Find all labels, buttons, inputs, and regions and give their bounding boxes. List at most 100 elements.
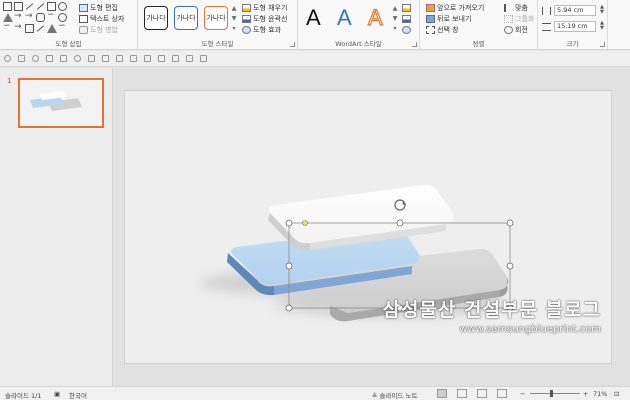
group-icon[interactable] [130, 55, 137, 62]
scroll-up-icon[interactable]: ▲ [392, 4, 398, 14]
send-backward-button[interactable]: 뒤로 보내기 [426, 14, 471, 24]
selection-pane-button[interactable]: 선택 창 [426, 25, 459, 35]
zoom-slider-thumb[interactable] [550, 390, 553, 397]
scroll-down-icon[interactable]: ▼ [392, 14, 398, 24]
zoom-out-icon[interactable]: − [520, 390, 525, 398]
dialog-launcher-icon[interactable] [412, 42, 417, 47]
width-spinner[interactable]: ▲ ▼ [599, 21, 605, 32]
star-shape-icon[interactable] [47, 24, 57, 33]
more-icon[interactable]: ▾ [231, 24, 237, 34]
freeform-shape-icon[interactable] [58, 21, 67, 33]
resize-handle[interactable] [506, 262, 514, 270]
callout-shape-icon[interactable] [25, 24, 34, 33]
resize-handle[interactable] [285, 304, 293, 312]
more-tools-icon[interactable] [200, 55, 207, 62]
arrow-shape-icon[interactable] [14, 22, 23, 33]
flip-icon[interactable] [88, 55, 95, 62]
zoom-slider[interactable] [530, 393, 580, 394]
resize-handle[interactable] [285, 262, 293, 270]
wordart-group-label: WordArt 스타일 [335, 40, 382, 48]
align-left-icon[interactable] [144, 55, 151, 62]
line-shape-icon[interactable] [25, 2, 34, 11]
connector-shape-icon[interactable] [36, 24, 45, 33]
group-button[interactable]: 그룹화 [504, 14, 534, 24]
wordart-black-a[interactable]: A [306, 4, 321, 32]
slideshow-button[interactable] [497, 389, 507, 398]
style-preset-black[interactable]: 가나다 [144, 6, 168, 30]
oval-shape-icon[interactable] [58, 2, 67, 11]
curve-shape-icon[interactable] [3, 21, 12, 33]
line-shape-icon[interactable] [36, 2, 45, 11]
curve-shape-icon[interactable] [47, 10, 56, 22]
insert-shapes-group: 도형 편집 텍스트 상자 도형 병합 도형 삽입 [0, 0, 138, 50]
text-effects-button[interactable] [402, 25, 411, 35]
reading-view-button[interactable] [477, 389, 487, 398]
text-box-button[interactable]: 텍스트 상자 [79, 14, 124, 24]
zoom-in-icon[interactable]: + [583, 390, 588, 398]
scroll-down-icon[interactable]: ▼ [231, 14, 237, 24]
notes-icon: ≜ [372, 392, 380, 400]
thumbnail-preview [30, 91, 82, 111]
copy-icon[interactable] [46, 55, 53, 62]
merge-shapes-button[interactable]: 도형 병합 [79, 25, 118, 35]
shape-effects-button[interactable]: 도형 효과 [242, 25, 281, 35]
rounded-rectangle-shape-icon[interactable] [36, 13, 45, 22]
style-preset-orange[interactable]: 가나다 [204, 6, 228, 30]
wordart-blue-a[interactable]: A [337, 4, 352, 32]
distribute-icon[interactable] [186, 55, 193, 62]
notes-button[interactable]: ≜ 슬라이드 노트 [372, 390, 417, 400]
adjustment-handle[interactable] [302, 220, 308, 226]
rectangle-shape-icon[interactable] [3, 2, 12, 11]
scroll-up-icon[interactable]: ▲ [231, 4, 237, 14]
merge-shapes-icon [79, 26, 88, 34]
align-center-icon[interactable] [158, 55, 165, 62]
wordart-gallery-scroll[interactable]: ▲ ▼ ▾ [392, 4, 398, 34]
arrow-shape-icon[interactable] [25, 11, 34, 22]
paint-bucket-icon [242, 4, 251, 12]
bring-forward-button[interactable]: 앞으로 가져오기 [426, 3, 484, 13]
shape-fill-button[interactable]: 도형 채우기 [242, 3, 287, 13]
text-outline-button[interactable] [402, 14, 411, 24]
resize-handle[interactable] [285, 219, 293, 227]
shape-icon[interactable] [32, 55, 39, 62]
wordart-orange-a[interactable]: A [367, 4, 383, 32]
shape-width-input[interactable]: 15.19 cm [554, 21, 596, 32]
send-back-icon[interactable] [116, 55, 123, 62]
slide-sorter-button[interactable] [457, 389, 467, 398]
styles-gallery-scroll[interactable]: ▲ ▼ ▾ [231, 4, 237, 34]
rotate-icon [504, 26, 513, 34]
resize-handle[interactable] [506, 219, 514, 227]
arrow-shape-icon[interactable] [14, 11, 23, 22]
align-button[interactable]: 맞춤 [504, 3, 528, 13]
zoom-level[interactable]: 71% [593, 390, 607, 398]
language-indicator[interactable]: 한국어 [69, 390, 87, 400]
shape-height-input[interactable]: 5.94 cm [554, 5, 596, 16]
paste-icon[interactable] [60, 55, 67, 62]
edit-shape-button[interactable]: 도형 편집 [79, 3, 118, 13]
undo-icon[interactable] [4, 55, 11, 62]
align-icon [504, 4, 513, 12]
rotate-icon[interactable] [74, 55, 81, 62]
normal-view-button[interactable] [437, 389, 447, 398]
white-rounded-block[interactable] [268, 184, 454, 251]
text-fill-button[interactable] [402, 3, 411, 13]
height-spinner[interactable]: ▲ ▼ [599, 5, 605, 16]
shape-outline-button[interactable]: 도형 윤곽선 [242, 14, 287, 24]
dialog-launcher-icon[interactable] [600, 42, 605, 47]
rotate-button[interactable]: 회전 [504, 25, 528, 35]
redo-icon[interactable] [18, 55, 25, 62]
spellcheck-icon[interactable]: ▣ [54, 390, 60, 398]
resize-handle[interactable] [396, 219, 404, 227]
slide-thumbnail[interactable] [18, 78, 104, 128]
text-box-icon [79, 15, 88, 23]
more-icon[interactable]: ▾ [392, 24, 398, 34]
send-backward-icon [426, 15, 435, 23]
slide-canvas[interactable]: 삼성물산 건설부문 블로그 www.samsungblueprint.com [124, 90, 612, 364]
style-preset-blue[interactable]: 가나다 [174, 6, 198, 30]
dialog-launcher-icon[interactable] [290, 42, 295, 47]
bring-front-icon[interactable] [102, 55, 109, 62]
textbox-shape-icon[interactable] [14, 2, 23, 11]
shape-gallery[interactable] [3, 2, 71, 34]
fit-slide-icon[interactable]: ⊡ [614, 390, 619, 398]
align-right-icon[interactable] [172, 55, 179, 62]
